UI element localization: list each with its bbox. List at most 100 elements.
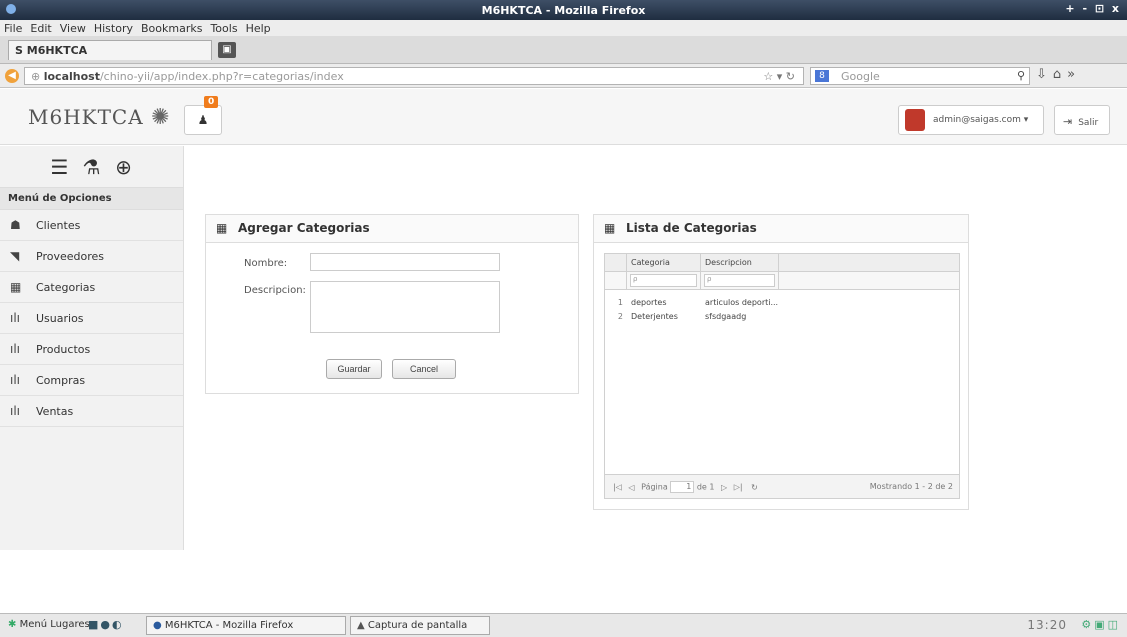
url-bar[interactable]: ⊕ localhost/chino-yii/app/index.php?r=ca… [24, 67, 804, 85]
chart-icon: ılı [10, 342, 21, 356]
taskbar-menu[interactable]: ✱ Menú Lugares [8, 619, 90, 630]
brand-text: M6HKTCA [28, 105, 144, 129]
taskbar-task-screenshot[interactable]: ▲ Captura de pantalla [350, 616, 490, 635]
descripcion-textarea[interactable] [310, 281, 500, 333]
table-row[interactable]: 2 Deterjentes sfsdgaadg [605, 310, 959, 324]
firefox-icon: ● [153, 620, 162, 631]
google-engine-icon[interactable]: 8 [815, 70, 829, 82]
first-page-icon[interactable]: |◁ [613, 483, 622, 492]
grid-icon: ▦ [604, 221, 616, 235]
sidebar-item-ventas[interactable]: ılı Ventas [0, 396, 183, 427]
panel-title: Agregar Categorias [238, 221, 370, 235]
menu-file[interactable]: File [4, 22, 22, 35]
taskbar-task-firefox[interactable]: ● M6HKTCA - Mozilla Firefox [146, 616, 346, 635]
next-page-icon[interactable]: ▷ [721, 483, 727, 492]
menu-bookmarks[interactable]: Bookmarks [141, 22, 202, 35]
taskbar-launcher-icons[interactable]: ■●◐ [88, 618, 138, 631]
column-header-descripcion[interactable]: Descripcion [701, 254, 779, 271]
filter-categoria-input[interactable]: ρ [630, 274, 697, 287]
notifications-button[interactable]: ♟ [184, 105, 222, 135]
prev-page-icon[interactable]: ◁ [628, 483, 634, 492]
sidebar-item-label: Ventas [36, 404, 74, 418]
rss-icon: ◥ [10, 249, 20, 263]
search-input[interactable]: 8 Google ⚲ [810, 67, 1030, 85]
browser-menubar: File Edit View History Bookmarks Tools H… [0, 20, 1127, 36]
back-arrow-icon[interactable]: ◀ [5, 69, 19, 83]
menu-star-icon: ✱ [8, 619, 17, 630]
sidebar-item-clientes[interactable]: ☗ Clientes [0, 210, 183, 241]
lifebuoy-icon[interactable]: ⊕ [113, 155, 135, 179]
filter-descripcion[interactable]: ρ [701, 272, 779, 289]
task-label: M6HKTCA - Mozilla Firefox [164, 620, 294, 631]
page-number-input[interactable]: 1 [670, 481, 695, 493]
save-button[interactable]: Guardar [326, 359, 382, 379]
shapes-icon[interactable]: ⚗ [81, 155, 103, 179]
app-header: M6HKTCA ✺ ♟ 0 admin@saigas.com ▾ ⇥ Salir [0, 89, 1127, 145]
chart-icon: ılı [10, 311, 21, 325]
filter-categoria[interactable]: ρ [627, 272, 701, 289]
sidebar-item-categorias[interactable]: ▦ Categorias [0, 272, 183, 303]
taskbar-menu-label: Menú [19, 619, 48, 630]
last-page-icon[interactable]: ▷| [734, 483, 743, 492]
records-count: Mostrando 1 - 2 de 2 [869, 482, 953, 491]
taskbar-clock[interactable]: 13:20 [1027, 618, 1067, 632]
sidebar-title: Menú de Opciones [0, 188, 183, 210]
atom-icon: ✺ [151, 105, 171, 130]
cell-descripcion: articulos deporti... [705, 298, 779, 307]
main-content: ▦ Agregar Categorias Nombre: Descripcion:… [185, 146, 1127, 550]
menu-view[interactable]: View [60, 22, 86, 35]
sidebar-item-compras[interactable]: ılı Compras [0, 365, 183, 396]
logout-button[interactable]: ⇥ Salir [1054, 105, 1110, 135]
logout-icon: ⇥ [1063, 115, 1073, 128]
nombre-label: Nombre: [244, 258, 288, 269]
descripcion-label: Descripcion: [244, 285, 306, 296]
sidebar-item-label: Usuarios [36, 311, 84, 325]
new-tab-icon[interactable]: ▣ [218, 42, 236, 58]
site-identity-icon[interactable]: ⊕ [31, 70, 40, 83]
menu-help[interactable]: Help [246, 22, 271, 35]
bell-icon: ♟ [197, 113, 209, 127]
sidebar-item-label: Categorias [36, 280, 96, 294]
logout-label: Salir [1078, 118, 1099, 128]
column-header-categoria[interactable]: Categoria [627, 254, 701, 271]
panel-title: Lista de Categorias [626, 221, 757, 235]
window-titlebar: M6HKTCA - Mozilla Firefox + - ⊡ x [0, 0, 1127, 20]
home-download-icons[interactable]: ⇩⌂» [1036, 67, 1081, 82]
sidebar-item-usuarios[interactable]: ılı Usuarios [0, 303, 183, 334]
users-icon: ☗ [10, 218, 21, 232]
os-taskbar: ✱ Menú Lugares ■●◐ ● M6HKTCA - Mozilla F… [0, 613, 1127, 637]
url-path: /chino-yii/app/index.php?r=categorias/in… [99, 70, 344, 83]
page-of-label: de 1 [696, 482, 715, 492]
taskbar-places-label[interactable]: Lugares [50, 619, 89, 630]
refresh-icon[interactable]: ↻ [751, 483, 758, 492]
page-label: Página [641, 482, 668, 492]
cancel-button[interactable]: Cancel [392, 359, 456, 379]
table-row[interactable]: 1 deportes articulos deporti... [605, 296, 959, 310]
browser-tab[interactable]: S M6HKTCA [8, 40, 212, 60]
menu-history[interactable]: History [94, 22, 133, 35]
grid-icon: ▦ [216, 221, 228, 235]
nombre-input[interactable] [310, 253, 500, 271]
user-menu-button[interactable]: admin@saigas.com ▾ [898, 105, 1044, 135]
filter-descripcion-input[interactable]: ρ [704, 274, 775, 287]
brand-logo[interactable]: M6HKTCA ✺ [28, 105, 170, 130]
filter-spacer [605, 272, 627, 289]
menu-edit[interactable]: Edit [30, 22, 51, 35]
add-category-panel: ▦ Agregar Categorias Nombre: Descripcion:… [205, 214, 579, 394]
search-icon[interactable]: ⚲ [1017, 69, 1025, 82]
system-tray-icons[interactable]: ⚙▣◫ [1081, 618, 1121, 631]
chart-icon: ılı [10, 404, 21, 418]
grid-header-row: Categoria Descripcion [605, 254, 959, 272]
search-placeholder: Google [841, 70, 880, 83]
sidebar: ☰ ⚗ ⊕ Menú de Opciones ☗ Clientes ◥ Prov… [0, 146, 184, 550]
sidebar-item-productos[interactable]: ılı Productos [0, 334, 183, 365]
sidebar-item-proveedores[interactable]: ◥ Proveedores [0, 241, 183, 272]
database-icon[interactable]: ☰ [49, 155, 71, 179]
grid-rownum-header [605, 254, 627, 271]
bookmark-star-icon[interactable]: ☆ ▾ ↻ [763, 70, 795, 83]
calendar-icon: ▦ [10, 280, 22, 294]
grid-filter-row: ρ ρ [605, 272, 959, 290]
window-controls[interactable]: + - ⊡ x [1065, 2, 1121, 15]
category-list-panel: ▦ Lista de Categorias Categoria Descripci… [593, 214, 969, 510]
menu-tools[interactable]: Tools [210, 22, 237, 35]
